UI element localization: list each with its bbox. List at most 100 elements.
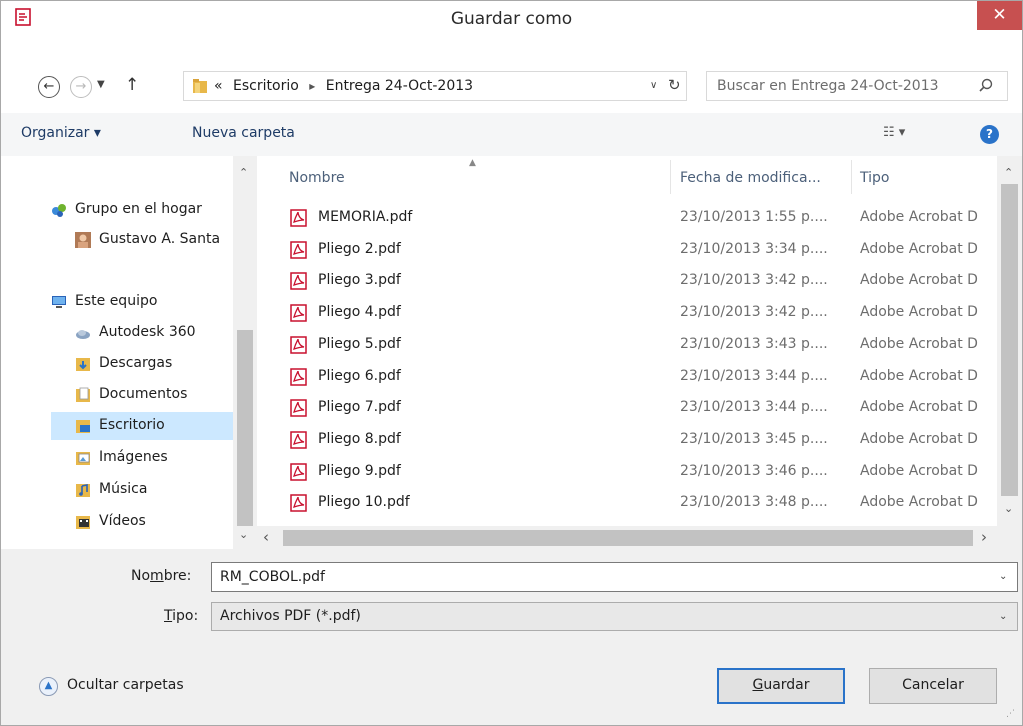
column-divider[interactable]: [851, 160, 852, 194]
file-type: Adobe Acrobat D: [860, 304, 978, 321]
file-date: 23/10/2013 3:45 p....: [680, 430, 828, 447]
back-button[interactable]: ←: [38, 76, 60, 98]
column-header-type[interactable]: Tipo: [860, 170, 889, 186]
sidebar-item-grupo-hogar[interactable]: Grupo en el hogar: [51, 196, 233, 224]
file-name[interactable]: Pliego 6.pdf: [318, 368, 401, 384]
resize-grip-icon[interactable]: ⋰: [1006, 709, 1015, 719]
filetype-select[interactable]: Archivos PDF (*.pdf) ⌄: [211, 602, 1018, 631]
refresh-icon[interactable]: ↻: [668, 76, 681, 94]
breadcrumb-item-entrega[interactable]: Entrega 24-Oct-2013: [326, 78, 473, 94]
scrollbar-thumb[interactable]: [237, 330, 253, 526]
scrollbar-thumb[interactable]: [1001, 184, 1018, 496]
file-list-horizontal-scrollbar[interactable]: ‹ ›: [257, 526, 1022, 549]
file-type: Adobe Acrobat D: [860, 335, 978, 352]
file-row[interactable]: Pliego 9.pdf 23/10/2013 3:46 p.... Adobe A…: [257, 456, 997, 488]
file-date: 23/10/2013 3:44 p....: [680, 399, 828, 416]
sidebar-item-escritorio[interactable]: Escritorio: [51, 412, 233, 440]
command-toolbar: Organizar ▾ Nueva carpeta ☷ ▾ ?: [1, 113, 1022, 156]
sidebar-item-label: Vídeos: [99, 513, 146, 529]
file-name[interactable]: Pliego 5.pdf: [318, 336, 401, 352]
file-row[interactable]: Pliego 4.pdf 23/10/2013 3:42 p.... Adobe A…: [257, 297, 997, 329]
file-type: Adobe Acrobat D: [860, 462, 978, 479]
sidebar-item-autodesk[interactable]: Autodesk 360: [75, 319, 233, 347]
navigation-pane-scrollbar[interactable]: ⌃ ⌄: [233, 156, 257, 549]
search-input[interactable]: Buscar en Entrega 24-Oct-2013: [706, 71, 1008, 101]
help-icon[interactable]: ?: [980, 125, 999, 144]
file-row[interactable]: Pliego 8.pdf 23/10/2013 3:45 p.... Adobe A…: [257, 424, 997, 456]
file-name[interactable]: Pliego 8.pdf: [318, 431, 401, 447]
file-row[interactable]: Pliego 10.pdf 23/10/2013 3:48 p.... Adobe …: [257, 487, 997, 519]
file-row[interactable]: Pliego 3.pdf 23/10/2013 3:42 p.... Adobe A…: [257, 265, 997, 297]
cancel-button[interactable]: Cancelar: [869, 668, 997, 704]
sidebar-item-este-equipo[interactable]: Este equipo: [51, 288, 233, 316]
scroll-right-icon[interactable]: ›: [981, 528, 987, 546]
breadcrumb-separator-icon[interactable]: ▸: [309, 79, 315, 93]
breadcrumb-overflow[interactable]: «: [214, 78, 223, 94]
sidebar-item-musica[interactable]: Música: [75, 476, 233, 504]
breadcrumb-item-escritorio[interactable]: Escritorio: [233, 78, 299, 94]
scroll-left-icon[interactable]: ‹: [263, 528, 269, 546]
file-name[interactable]: Pliego 9.pdf: [318, 463, 401, 479]
forward-button[interactable]: →: [70, 76, 92, 98]
save-label: uardar: [763, 677, 810, 693]
search-icon[interactable]: [979, 78, 993, 92]
file-row[interactable]: Pliego 7.pdf 23/10/2013 3:44 p.... Adobe A…: [257, 392, 997, 424]
file-date: 23/10/2013 3:42 p....: [680, 304, 828, 321]
music-folder-icon: [76, 484, 90, 497]
scrollbar-thumb[interactable]: [283, 530, 973, 546]
filetype-label-part: ipo:: [172, 608, 199, 624]
pictures-folder-icon: [76, 452, 90, 465]
pdf-file-icon: [290, 272, 307, 291]
chevron-down-icon[interactable]: ⌄: [999, 571, 1007, 582]
scroll-down-icon[interactable]: ⌄: [239, 528, 248, 541]
file-row[interactable]: Pliego 6.pdf 23/10/2013 3:44 p.... Adobe A…: [257, 361, 997, 393]
folder-icon: [193, 79, 207, 93]
scroll-down-icon[interactable]: ⌄: [1004, 502, 1013, 515]
file-name[interactable]: Pliego 3.pdf: [318, 272, 401, 288]
sidebar-item-label: Música: [99, 481, 148, 497]
close-button[interactable]: ✕: [977, 1, 1022, 30]
file-row[interactable]: Pliego 5.pdf 23/10/2013 3:43 p.... Adobe A…: [257, 329, 997, 361]
save-button[interactable]: Guardar: [717, 668, 845, 704]
collapse-up-icon: ▲: [39, 677, 58, 696]
file-name[interactable]: Pliego 7.pdf: [318, 399, 401, 415]
computer-icon: [52, 296, 66, 308]
navigation-pane: Grupo en el hogar Gustavo A. Santa Este …: [1, 156, 257, 549]
scroll-up-icon[interactable]: ⌃: [1004, 166, 1013, 179]
change-view-icon[interactable]: ☷ ▾: [883, 125, 905, 140]
sidebar-item-imagenes[interactable]: Imágenes: [75, 444, 233, 472]
file-name[interactable]: Pliego 10.pdf: [318, 494, 410, 510]
file-row[interactable]: MEMORIA.pdf 23/10/2013 1:55 p.... Adobe Ac…: [257, 202, 997, 234]
sidebar-item-descargas[interactable]: Descargas: [75, 350, 233, 378]
column-header-date[interactable]: Fecha de modifica...: [680, 170, 821, 186]
sort-ascending-icon: ▲: [469, 158, 476, 168]
file-name[interactable]: MEMORIA.pdf: [318, 209, 412, 225]
file-row[interactable]: Pliego 2.pdf 23/10/2013 3:34 p.... Adobe A…: [257, 234, 997, 266]
organize-button[interactable]: Organizar ▾: [21, 125, 101, 141]
scroll-up-icon[interactable]: ⌃: [239, 166, 248, 179]
file-date: 23/10/2013 3:42 p....: [680, 272, 828, 289]
column-header-name[interactable]: Nombre: [289, 170, 345, 186]
up-one-level-button[interactable]: ↑: [125, 75, 139, 95]
filetype-value: Archivos PDF (*.pdf): [220, 608, 361, 624]
sidebar-item-documentos[interactable]: Documentos: [75, 381, 233, 409]
file-type: Adobe Acrobat D: [860, 494, 978, 511]
address-dropdown-icon[interactable]: ∨: [650, 80, 657, 91]
address-bar[interactable]: « Escritorio ▸ Entrega 24-Oct-2013 ∨ ↻: [183, 71, 687, 101]
file-name[interactable]: Pliego 4.pdf: [318, 304, 401, 320]
file-name[interactable]: Pliego 2.pdf: [318, 241, 401, 257]
recent-locations-icon[interactable]: ▼: [97, 79, 105, 90]
file-list-vertical-scrollbar[interactable]: ⌃ ⌄: [997, 156, 1022, 526]
sidebar-item-videos[interactable]: Vídeos: [75, 508, 233, 536]
chevron-down-icon[interactable]: ⌄: [999, 611, 1007, 622]
sidebar-item-label: Escritorio: [99, 417, 165, 433]
window-title: Guardar como: [450, 9, 573, 29]
file-type: Adobe Acrobat D: [860, 367, 978, 384]
pdf-file-icon: [290, 494, 307, 513]
new-folder-button[interactable]: Nueva carpeta: [192, 125, 295, 141]
search-placeholder: Buscar en Entrega 24-Oct-2013: [717, 78, 939, 94]
filename-field[interactable]: RM_COBOL.pdf ⌄: [211, 562, 1018, 592]
filename-value[interactable]: RM_COBOL.pdf: [220, 569, 325, 585]
column-divider[interactable]: [670, 160, 671, 194]
sidebar-item-gustavo[interactable]: Gustavo A. Santa: [75, 226, 233, 254]
